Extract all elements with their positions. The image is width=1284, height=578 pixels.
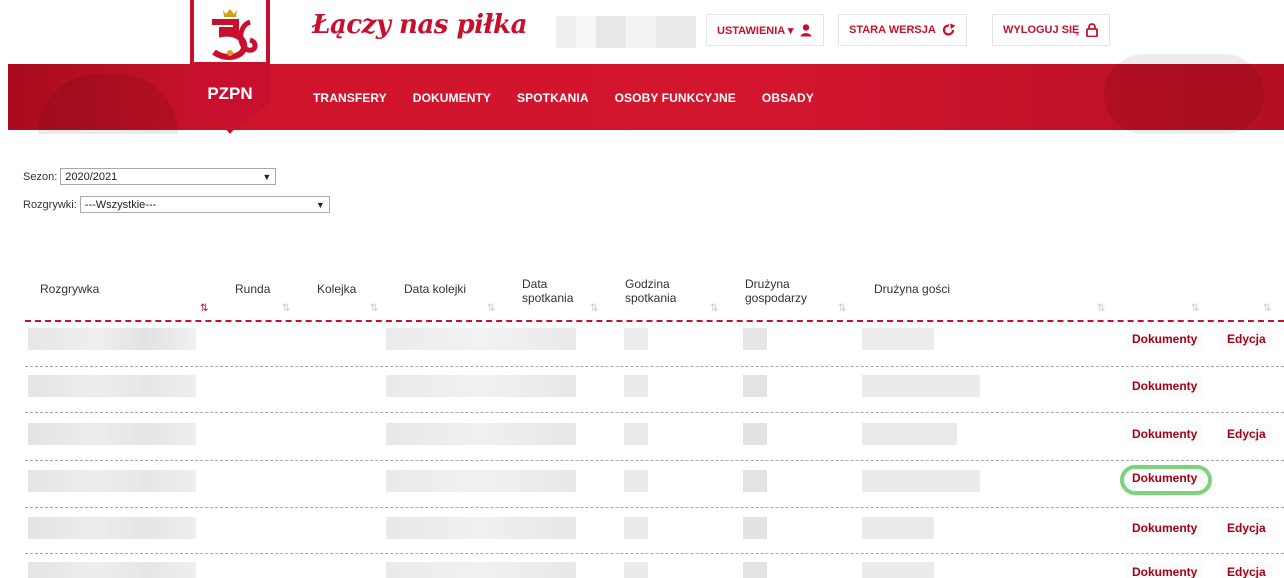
settings-label: USTAWIENIA ▾ [717, 24, 794, 37]
row-divider [25, 412, 1284, 413]
nav-transfers[interactable]: TRANSFERY [313, 91, 387, 105]
blurred-cell [386, 517, 576, 539]
header-divider [25, 320, 1284, 322]
sort-icon[interactable]: ⇅ [838, 303, 846, 314]
blurred-cell [743, 470, 767, 492]
edit-button[interactable]: Edycja [1221, 562, 1272, 578]
blurred-cell [743, 517, 767, 539]
competition-select[interactable]: ---Wszystkie--- ▼ [79, 196, 330, 213]
col-header-match-time[interactable]: Godzina spotkania [625, 277, 695, 305]
competition-value: ---Wszystkie--- [84, 198, 157, 211]
documents-button[interactable]: Dokumenty [1126, 329, 1204, 349]
blurred-cell [28, 562, 196, 578]
sort-icon[interactable]: ⇅ [487, 303, 495, 314]
blurred-cell [862, 470, 980, 492]
col-header-matchday[interactable]: Kolejka [317, 282, 356, 296]
chevron-down-icon: ▼ [315, 199, 325, 210]
blurred-cell [28, 517, 196, 539]
sort-icon[interactable]: ⇅ [590, 303, 598, 314]
pzpn-logo[interactable]: PZPN [190, 0, 270, 134]
blurred-cell [386, 375, 576, 397]
logout-label: WYLOGUJ SIĘ [1003, 24, 1080, 36]
blurred-cell [862, 423, 957, 445]
slogan: Łączy nas piłka [312, 10, 527, 40]
lock-icon [1086, 23, 1099, 37]
blurred-cell [862, 328, 934, 350]
nav-documents[interactable]: DOKUMENTY [413, 91, 491, 105]
old-version-label: STARA WERSJA [849, 24, 936, 36]
blurred-cell [28, 328, 196, 350]
blurred-cell [28, 375, 196, 397]
blurred-cell [386, 328, 576, 350]
documents-button[interactable]: Dokumenty [1126, 424, 1204, 444]
logo-text: PZPN [207, 84, 252, 103]
nav-assignments[interactable]: OBSADY [762, 91, 814, 105]
sort-icon[interactable]: ⇅ [1263, 303, 1271, 314]
blurred-cell [624, 562, 648, 578]
blurred-cell [743, 423, 767, 445]
blurred-cell [386, 470, 576, 492]
documents-button[interactable]: Dokumenty [1126, 562, 1204, 578]
season-filter: Sezon: 2020/2021 ▼ [23, 168, 277, 185]
blurred-cell [386, 562, 576, 578]
old-version-button[interactable]: STARA WERSJA [838, 14, 967, 46]
chevron-down-icon: ▼ [262, 171, 272, 182]
settings-button[interactable]: USTAWIENIA ▾ [706, 14, 825, 46]
edit-button[interactable]: Edycja [1221, 518, 1272, 538]
documents-button[interactable]: Dokumenty [1126, 518, 1204, 538]
row-divider [25, 366, 1284, 367]
highlight-circle [1120, 465, 1212, 495]
competition-filter: Rozgrywki: ---Wszystkie--- ▼ [23, 196, 330, 213]
user-icon [800, 24, 812, 37]
row-divider [25, 507, 1284, 508]
competition-label: Rozgrywki: [23, 198, 77, 211]
blurred-cell [743, 562, 767, 578]
edit-button[interactable]: Edycja [1221, 329, 1272, 349]
blurred-cell [743, 328, 767, 350]
col-header-away-team[interactable]: Drużyna gości [874, 282, 950, 296]
sort-icon[interactable]: ⇅ [282, 303, 290, 314]
nav-matches[interactable]: SPOTKANIA [517, 91, 589, 105]
blurred-cell [386, 423, 576, 445]
nav-officials[interactable]: OSOBY FUNKCYJNE [615, 91, 736, 105]
sort-icon[interactable]: ⇅ [200, 303, 208, 314]
row-divider [25, 460, 1284, 461]
sort-icon[interactable]: ⇅ [710, 303, 718, 314]
blurred-cell [28, 470, 196, 492]
blurred-cell [862, 375, 980, 397]
blurred-cell [862, 562, 934, 578]
sort-icon[interactable]: ⇅ [1097, 303, 1105, 314]
col-header-home-team[interactable]: Drużyna gospodarzy [745, 277, 815, 305]
col-header-competition[interactable]: Rozgrywka [40, 282, 99, 296]
edit-button[interactable]: Edycja [1221, 424, 1272, 444]
blurred-cell [624, 470, 648, 492]
blurred-cell [624, 423, 648, 445]
sort-icon[interactable]: ⇅ [370, 303, 378, 314]
blurred-cell [862, 517, 934, 539]
logout-button[interactable]: WYLOGUJ SIĘ [992, 14, 1111, 46]
blurred-user-info [556, 16, 696, 48]
col-header-match-date[interactable]: Data spotkania [522, 277, 582, 305]
blurred-cell [624, 375, 648, 397]
main-nav: TRANSFERY DOKUMENTY SPOTKANIA OSOBY FUNK… [313, 91, 814, 105]
blurred-cell [743, 375, 767, 397]
col-header-matchday-date[interactable]: Data kolejki [404, 282, 466, 296]
season-label: Sezon: [23, 170, 58, 183]
blurred-cell [624, 328, 648, 350]
col-header-round[interactable]: Runda [235, 282, 270, 296]
season-select[interactable]: 2020/2021 ▼ [60, 168, 277, 185]
blurred-cell [28, 423, 196, 445]
season-value: 2020/2021 [65, 170, 118, 183]
blurred-cell [624, 517, 648, 539]
sort-icon[interactable]: ⇅ [1191, 303, 1199, 314]
documents-button[interactable]: Dokumenty [1126, 376, 1204, 396]
row-divider [25, 553, 1284, 554]
external-link-icon [942, 23, 956, 36]
